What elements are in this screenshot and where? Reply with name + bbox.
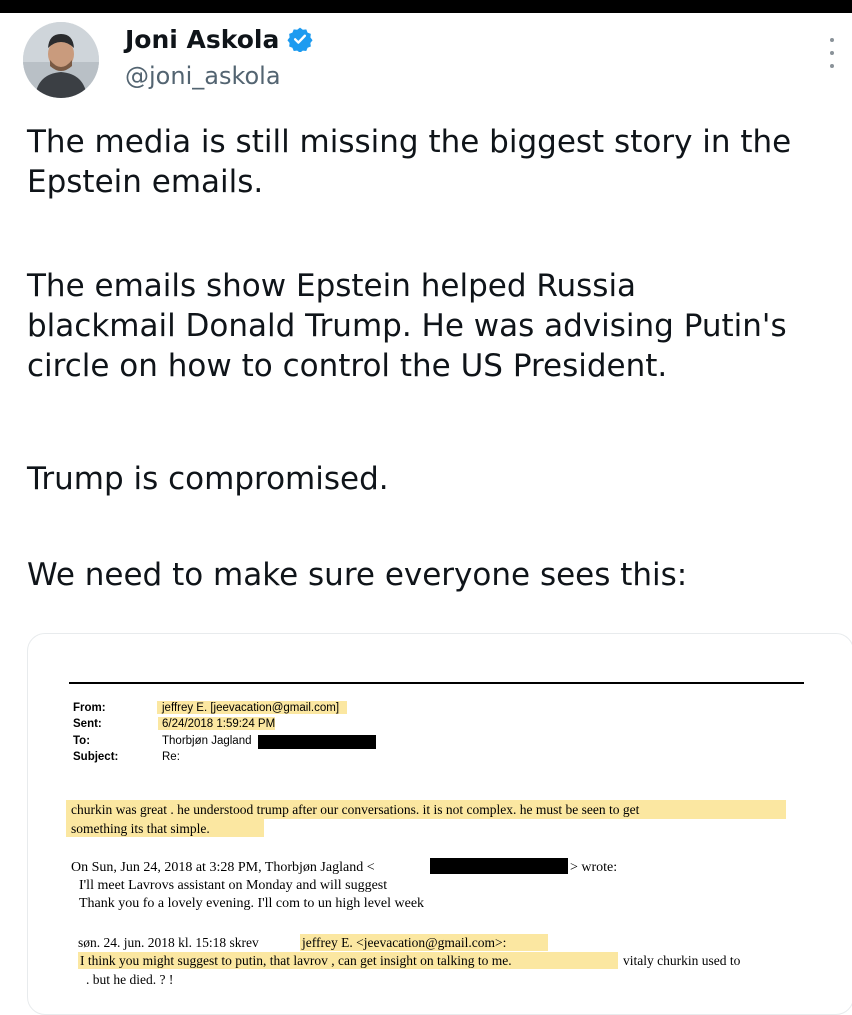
redaction-bar-quote (430, 858, 568, 874)
email-body-line-1: churkin was great . he understood trump … (71, 802, 640, 817)
email-divider (69, 682, 804, 684)
author-name-row: Joni Askola (125, 22, 313, 56)
email-subject-label: Subject: (73, 751, 119, 763)
nested-intro-sender: jeffrey E. <jeevacation@gmail.com>: (302, 935, 507, 950)
redaction-bar-to (258, 735, 376, 749)
quote-intro-end: > wrote: (570, 860, 618, 875)
top-bar (0, 0, 852, 13)
nested-line-1-end: vitaly churkin used to (623, 953, 741, 968)
email-body-line-2: something its that simple. (71, 821, 210, 836)
quote-line-2: Thank you fo a lovely evening. I'll com … (79, 896, 425, 911)
nested-intro: søn. 24. jun. 2018 kl. 15:18 skrev (78, 935, 259, 950)
quote-intro: On Sun, Jun 24, 2018 at 3:28 PM, Thorbjø… (71, 860, 375, 875)
nested-line-2: . but he died. ? ! (86, 972, 174, 987)
email-sent-value: 6/24/2018 1:59:24 PM (162, 718, 276, 730)
tweet-paragraph-3: Trump is compromised. (27, 461, 389, 497)
email-subject-value: Re: (162, 751, 180, 763)
tweet-paragraph-2: The emails show Epstein helped Russia bl… (27, 268, 787, 384)
email-to-value: Thorbjøn Jagland (162, 735, 252, 747)
avatar-image (23, 22, 99, 98)
verified-badge-icon (287, 27, 313, 52)
more-options-icon[interactable] (826, 38, 838, 68)
email-to-label: To: (73, 735, 91, 747)
tweet-paragraph-4: We need to make sure everyone sees this: (27, 557, 688, 593)
author-handle[interactable]: @joni_askola (125, 62, 281, 90)
email-from-value: jeffrey E. [jeevacation@gmail.com] (162, 702, 340, 714)
email-sent-label: Sent: (73, 718, 102, 730)
email-from-label: From: (73, 702, 106, 714)
avatar[interactable] (23, 22, 99, 98)
tweet-paragraph-1: The media is still missing the biggest s… (27, 124, 792, 200)
quote-line-1: I'll meet Lavrovs assistant on Monday an… (79, 878, 388, 893)
author-name[interactable]: Joni Askola (125, 25, 279, 54)
nested-line-1: I think you might suggest to putin, that… (80, 953, 512, 968)
